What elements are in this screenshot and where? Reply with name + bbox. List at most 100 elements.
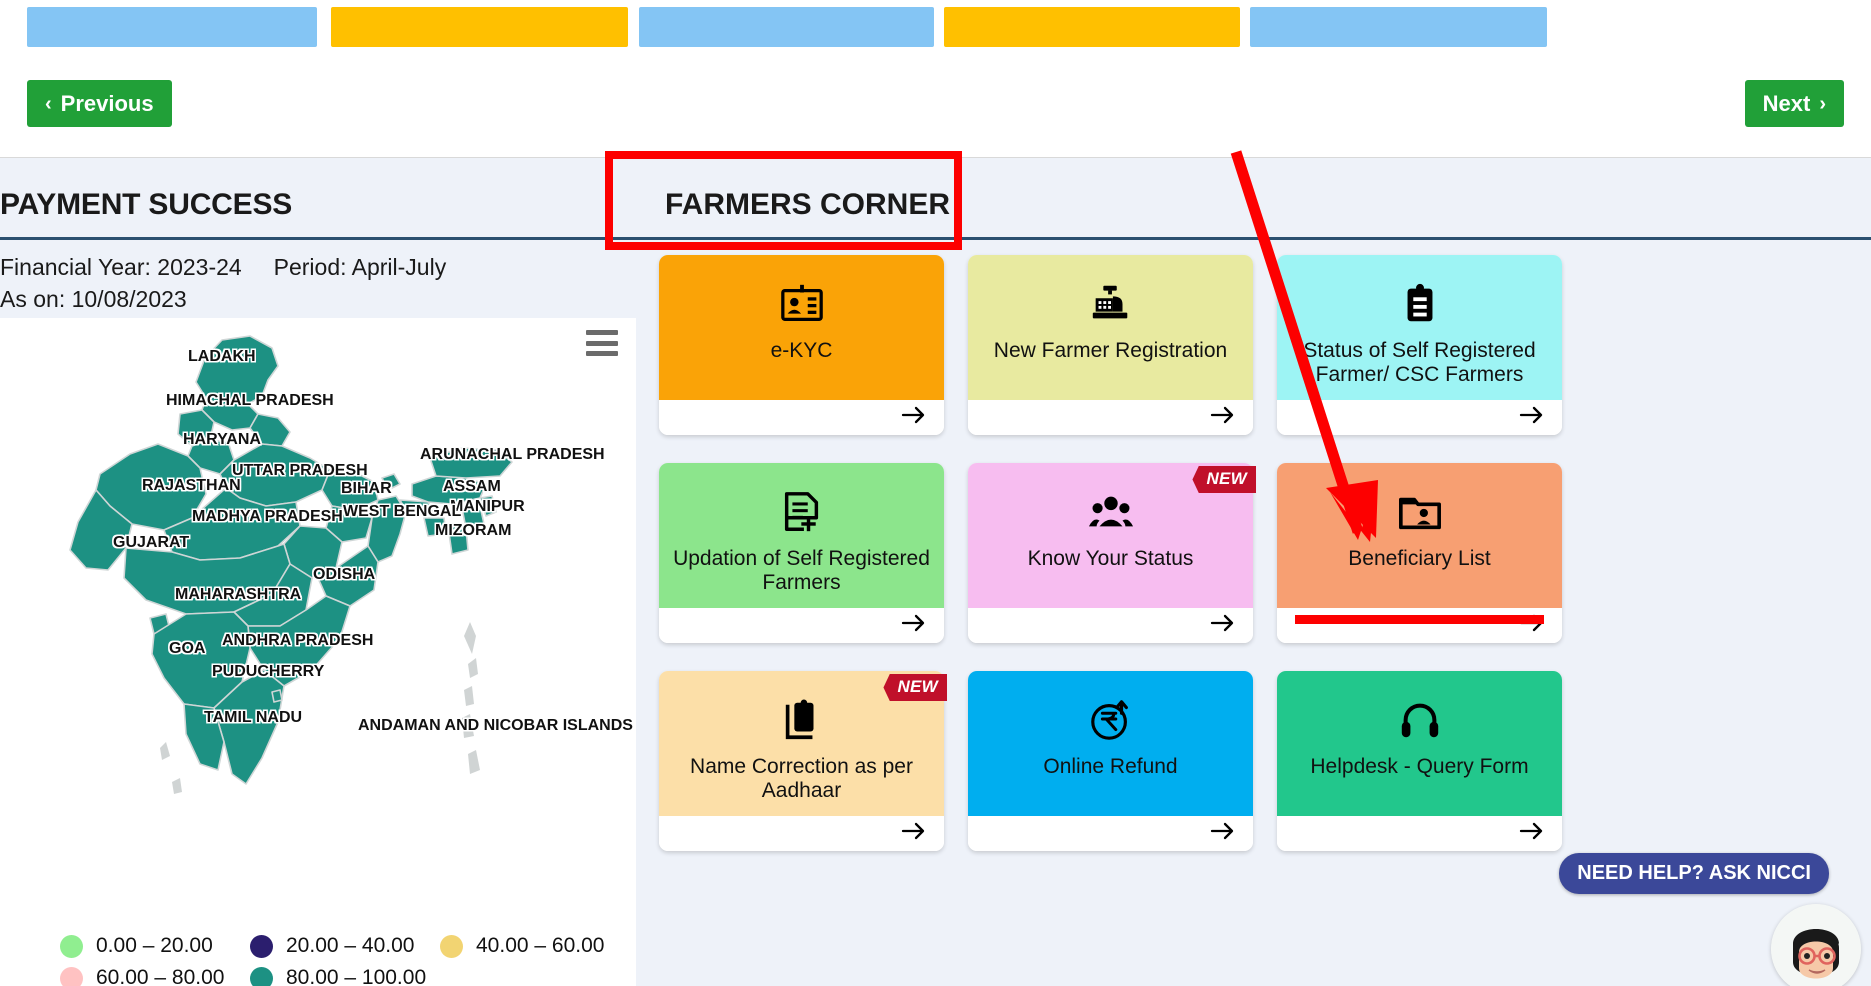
tile-footer	[1277, 816, 1562, 851]
legend-color-dot	[250, 966, 273, 986]
carousel-card[interactable]	[331, 7, 628, 47]
tile-updation-of-self-registered-farmers[interactable]: Updation of Self Registered Farmers	[659, 463, 944, 643]
tile-label: Beneficiary List	[1348, 547, 1491, 570]
previous-button[interactable]: ‹ Previous	[27, 80, 172, 127]
tile-label: Know Your Status	[1027, 547, 1194, 570]
cash-register-icon	[1088, 281, 1134, 327]
arrow-right-icon[interactable]	[1519, 821, 1545, 846]
legend-color-dot	[60, 966, 83, 986]
legend-label: 20.00 – 40.00	[286, 934, 415, 957]
annotation-red-underline	[1295, 615, 1544, 624]
tile-body: New Farmer Registration	[968, 255, 1253, 400]
legend-item[interactable]: 60.00 – 80.00	[60, 966, 250, 986]
tile-beneficiary-list[interactable]: Beneficiary List	[1277, 463, 1562, 643]
legend-label: 80.00 – 100.00	[286, 966, 427, 986]
new-badge: NEW	[883, 674, 947, 701]
map-legend: 0.00 – 20.00 20.00 – 40.00 40.00 – 60.00 6…	[60, 930, 640, 986]
india-map-svg[interactable]	[0, 318, 636, 918]
tile-footer	[1277, 608, 1562, 643]
carousel-pager: ‹ Previous Next ›	[0, 80, 1871, 140]
tile-label: New Farmer Registration	[993, 339, 1228, 362]
carousel-card[interactable]	[1250, 7, 1547, 47]
tile-footer	[659, 400, 944, 435]
tile-footer	[1277, 400, 1562, 435]
next-button[interactable]: Next ›	[1744, 80, 1844, 127]
tile-footer	[968, 816, 1253, 851]
legend-item[interactable]: 80.00 – 100.00	[250, 966, 440, 986]
tile-online-refund[interactable]: Online Refund	[968, 671, 1253, 851]
tile-footer	[659, 608, 944, 643]
next-button-label: Next	[1762, 90, 1811, 116]
previous-button-label: Previous	[60, 90, 154, 116]
legend-color-dot	[440, 934, 463, 958]
tile-e-kyc[interactable]: e-KYC	[659, 255, 944, 435]
carousel-cards	[0, 7, 1871, 47]
nicci-avatar[interactable]	[1771, 904, 1861, 986]
legend-item[interactable]: 20.00 – 40.00	[250, 934, 440, 958]
carousel-top-sliver	[158, 0, 1288, 4]
tile-label: Helpdesk - Query Form	[1310, 755, 1529, 778]
tile-body: e-KYC	[659, 255, 944, 400]
new-badge: NEW	[1192, 466, 1256, 493]
arrow-right-icon[interactable]	[901, 821, 927, 846]
clipboard-icon	[1397, 281, 1443, 327]
document-add-icon	[779, 489, 825, 535]
arrow-right-icon[interactable]	[1210, 821, 1236, 846]
legend-item[interactable]: 0.00 – 20.00	[60, 934, 250, 958]
clipboard-copy-icon	[779, 697, 825, 743]
page-title-farmers-corner: FARMERS CORNER	[665, 188, 951, 221]
carousel-card[interactable]	[27, 7, 317, 47]
tile-helpdesk-query-form[interactable]: Helpdesk - Query Form	[1277, 671, 1562, 851]
as-on-date: As on: 10/08/2023	[0, 286, 187, 312]
legend-label: 0.00 – 20.00	[96, 934, 213, 957]
chevron-left-icon: ‹	[45, 92, 52, 115]
legend-label: 60.00 – 80.00	[96, 966, 225, 986]
people-group-icon	[1088, 489, 1134, 535]
tile-footer	[659, 816, 944, 851]
tile-label: e-KYC	[770, 339, 833, 362]
tile-name-correction-as-per-aadhaar[interactable]: Name Correction as per Aadhaar NEW	[659, 671, 947, 851]
tile-label: Name Correction as per Aadhaar	[690, 755, 913, 803]
legend-row-2: 60.00 – 80.00 80.00 – 100.00	[60, 962, 640, 986]
tile-footer	[968, 608, 1253, 643]
page-title-payment-success: PAYMENT SUCCESS	[0, 188, 293, 221]
tile-label: Status of Self Registered Farmer/ CSC Fa…	[1303, 339, 1536, 387]
arrow-right-icon[interactable]	[1210, 405, 1236, 430]
headset-icon	[1397, 697, 1443, 743]
tile-new-farmer-registration[interactable]: New Farmer Registration	[968, 255, 1253, 435]
tile-body: Helpdesk - Query Form	[1277, 671, 1562, 816]
legend-color-dot	[250, 934, 273, 958]
legend-item[interactable]: 40.00 – 60.00	[440, 934, 630, 958]
section-divider-right	[640, 237, 1871, 240]
nicci-help-pill[interactable]: NEED HELP? ASK NICCI	[1559, 853, 1829, 894]
legend-label: 40.00 – 60.00	[476, 934, 605, 957]
section-divider-left	[0, 237, 640, 240]
rupee-refund-icon	[1088, 697, 1134, 743]
legend-color-dot	[60, 934, 83, 958]
tile-body: Online Refund	[968, 671, 1253, 816]
tile-label: Updation of Self Registered Farmers	[673, 547, 930, 595]
farmers-corner-tile-grid: e-KYC New Farmer Registration Status of Se…	[659, 255, 1871, 851]
tile-label: Online Refund	[1043, 755, 1178, 778]
arrow-right-icon[interactable]	[1519, 405, 1545, 430]
arrow-right-icon[interactable]	[1210, 613, 1236, 638]
payment-success-section: PAYMENT SUCCESS Financial Year: 2023-24 …	[0, 158, 640, 986]
tile-know-your-status[interactable]: Know Your Status NEW	[968, 463, 1256, 643]
tile-body: Updation of Self Registered Farmers	[659, 463, 944, 608]
arrow-right-icon[interactable]	[901, 613, 927, 638]
carousel-band: ‹ Previous Next ›	[0, 0, 1871, 158]
carousel-card[interactable]	[944, 7, 1240, 47]
carousel-card[interactable]	[639, 7, 934, 47]
arrow-right-icon[interactable]	[901, 405, 927, 430]
folder-user-icon	[1397, 489, 1443, 535]
financial-year-period: Financial Year: 2023-24 Period: April-Ju…	[0, 254, 447, 280]
tile-footer	[968, 400, 1253, 435]
page-root: ‹ Previous Next › PAYMENT SUCCESS Financ…	[0, 0, 1871, 986]
chevron-right-icon: ›	[1819, 92, 1826, 115]
legend-row-1: 0.00 – 20.00 20.00 – 40.00 40.00 – 60.00	[60, 930, 640, 962]
id-card-icon	[779, 281, 825, 327]
tile-body: Beneficiary List	[1277, 463, 1562, 608]
india-map-panel: LADAKH HIMACHAL PRADESH HARYANA ARUNACHAL P…	[0, 318, 636, 986]
tile-body: Status of Self Registered Farmer/ CSC Fa…	[1277, 255, 1562, 400]
tile-status-of-self-registered-farmer-csc-farmers[interactable]: Status of Self Registered Farmer/ CSC Fa…	[1277, 255, 1562, 435]
